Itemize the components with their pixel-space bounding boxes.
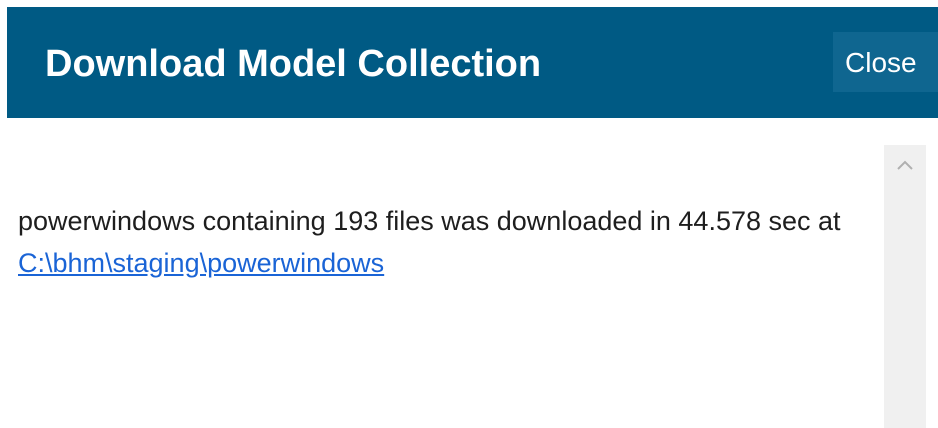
dialog-content: powerwindows containing 193 files was do…	[0, 118, 938, 428]
vertical-scrollbar[interactable]	[884, 145, 926, 428]
download-dialog: Download Model Collection Close powerwin…	[0, 0, 938, 428]
download-path-link[interactable]: C:\bhm\staging\powerwindows	[18, 248, 384, 278]
dialog-title: Download Model Collection	[45, 43, 542, 85]
dialog-header: Download Model Collection Close	[7, 7, 938, 118]
chevron-up-icon	[897, 160, 913, 170]
message-text: containing 193 files was downloaded in 4…	[195, 206, 841, 236]
scroll-up-button[interactable]	[884, 145, 926, 185]
download-message: powerwindows containing 193 files was do…	[18, 200, 868, 284]
model-name: powerwindows	[18, 206, 196, 236]
close-button[interactable]: Close	[833, 32, 938, 92]
